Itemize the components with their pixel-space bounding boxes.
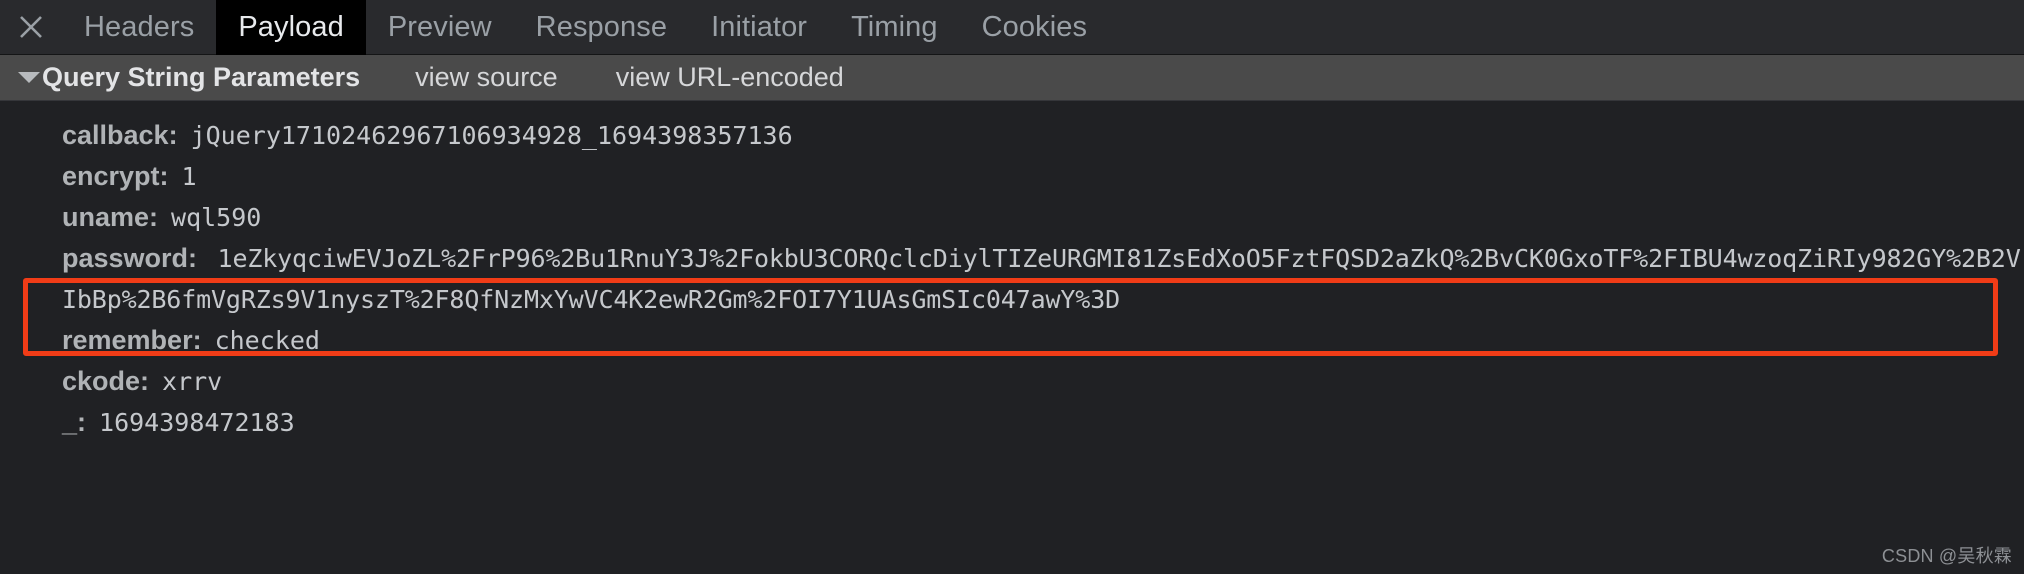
- param-value: jQuery17102462967106934928_1694398357136: [190, 121, 793, 150]
- param-name: uname:: [62, 202, 159, 232]
- param-name: _:: [62, 407, 87, 437]
- tab-payload[interactable]: Payload: [216, 0, 366, 55]
- param-name: password:: [62, 243, 198, 273]
- devtools-network-payload-panel: Headers Payload Preview Response Initiat…: [0, 0, 2024, 574]
- param-row-callback[interactable]: callback: jQuery17102462967106934928_169…: [0, 115, 2024, 156]
- triangle-down-icon[interactable]: [18, 72, 40, 83]
- network-detail-tabbar: Headers Payload Preview Response Initiat…: [0, 0, 2024, 55]
- param-value: checked: [214, 326, 320, 355]
- param-name: remember:: [62, 325, 202, 355]
- param-value: xrrv: [162, 367, 223, 396]
- param-row-remember[interactable]: remember: checked: [0, 320, 2024, 361]
- view-url-encoded-link[interactable]: view URL-encoded: [616, 62, 844, 93]
- param-value: 1: [181, 162, 197, 191]
- tab-preview[interactable]: Preview: [366, 0, 514, 55]
- view-source-link[interactable]: view source: [415, 62, 558, 93]
- param-name: ckode:: [62, 366, 150, 396]
- param-name: callback:: [62, 120, 178, 150]
- param-row-underscore[interactable]: _: 1694398472183: [0, 402, 2024, 443]
- param-name: encrypt:: [62, 161, 169, 191]
- param-value: wql590: [171, 203, 262, 232]
- param-row-ckode[interactable]: ckode: xrrv: [0, 361, 2024, 402]
- section-title: Query String Parameters: [42, 62, 361, 92]
- param-value: 1eZkyqciwEVJoZL%2FrP96%2Bu1RnuY3J%2FokbU…: [62, 244, 2021, 314]
- param-row-uname[interactable]: uname: wql590: [0, 197, 2024, 238]
- close-icon[interactable]: [0, 0, 62, 55]
- tab-headers[interactable]: Headers: [62, 0, 216, 55]
- tab-timing[interactable]: Timing: [829, 0, 960, 55]
- tab-initiator[interactable]: Initiator: [689, 0, 829, 55]
- query-string-parameters-list: callback: jQuery17102462967106934928_169…: [0, 101, 2024, 443]
- tab-response[interactable]: Response: [514, 0, 689, 55]
- csdn-watermark: CSDN @吴秋霖: [1881, 546, 2012, 566]
- param-row-encrypt[interactable]: encrypt: 1: [0, 156, 2024, 197]
- param-row-password[interactable]: password: 1eZkyqciwEVJoZL%2FrP96%2Bu1Rnu…: [0, 238, 2024, 320]
- param-value: 1694398472183: [99, 408, 295, 437]
- tab-cookies[interactable]: Cookies: [960, 0, 1109, 55]
- query-string-parameters-header[interactable]: Query String Parameters view source view…: [0, 55, 2024, 101]
